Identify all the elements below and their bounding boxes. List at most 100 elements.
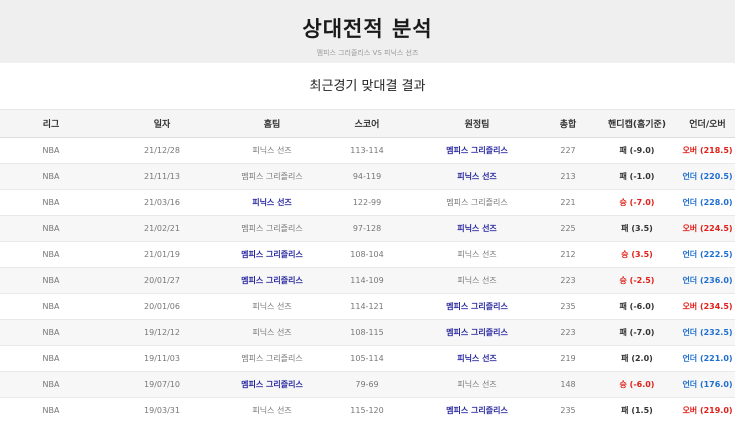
cell-score: 108-115 [322,319,412,346]
cell-handicap: 패 (3.5) [594,215,680,242]
cell-home-team: 멤피스 그리즐리스 [222,371,322,398]
cell-away-team: 피닉스 선즈 [412,215,542,242]
cell-handicap: 패 (-9.0) [594,137,680,164]
cell-home-team: 멤피스 그리즐리스 [222,163,322,190]
head-to-head-table: 리그 일자 홈팀 스코어 원정팀 총합 핸디캡(홈기준) 언더/오버 NBA 21… [0,110,735,421]
cell-score: 114-109 [322,267,412,294]
cell-under-over: 언더 (228.0) [680,189,735,216]
cell-handicap: 패 (-7.0) [594,319,680,346]
cell-score: 113-114 [322,137,412,164]
cell-home-team: 피닉스 선즈 [222,319,322,346]
cell-league: NBA [0,345,102,372]
cell-under-over: 언더 (220.5) [680,163,735,190]
cell-total: 221 [542,189,594,216]
cell-away-team: 피닉스 선즈 [412,267,542,294]
cell-away-team: 피닉스 선즈 [412,163,542,190]
cell-home-team: 피닉스 선즈 [222,397,322,421]
cell-under-over: 오버 (218.5) [680,137,735,164]
cell-under-over: 언더 (222.5) [680,241,735,268]
table-row: NBA 19/12/12 피닉스 선즈 108-115 멤피스 그리즐리스 223 패 (-… [0,319,735,346]
cell-home-team: 멤피스 그리즐리스 [222,345,322,372]
page-title: 상대전적 분석 [302,17,433,41]
cell-total: 227 [542,137,594,164]
cell-score: 115-120 [322,397,412,421]
cell-away-team: 피닉스 선즈 [412,345,542,372]
col-header-score: 스코어 [322,110,412,138]
cell-league: NBA [0,215,102,242]
cell-total: 223 [542,319,594,346]
cell-home-team: 피닉스 선즈 [222,189,322,216]
cell-date: 21/12/28 [102,137,222,164]
cell-total: 223 [542,267,594,294]
cell-under-over: 오버 (219.0) [680,397,735,421]
table-row: NBA 19/11/03 멤피스 그리즐리스 105-114 피닉스 선즈 219 패 (2… [0,345,735,372]
cell-date: 19/11/03 [102,345,222,372]
cell-league: NBA [0,189,102,216]
cell-handicap: 승 (3.5) [594,241,680,268]
cell-date: 19/07/10 [102,371,222,398]
cell-score: 97-128 [322,215,412,242]
table-row: NBA 21/02/21 멤피스 그리즐리스 97-128 피닉스 선즈 225 패 (3.… [0,215,735,242]
cell-league: NBA [0,267,102,294]
cell-score: 122-99 [322,189,412,216]
cell-date: 19/03/31 [102,397,222,421]
cell-away-team: 피닉스 선즈 [412,241,542,268]
cell-total: 225 [542,215,594,242]
cell-total: 235 [542,293,594,320]
cell-handicap: 승 (-6.0) [594,371,680,398]
cell-away-team: 피닉스 선즈 [412,371,542,398]
table-row: NBA 19/07/10 멤피스 그리즐리스 79-69 피닉스 선즈 148 승 (-6.… [0,371,735,398]
cell-home-team: 멤피스 그리즐리스 [222,215,322,242]
col-header-home: 홈팀 [222,110,322,138]
cell-under-over: 언더 (236.0) [680,267,735,294]
cell-date: 20/01/27 [102,267,222,294]
cell-score: 105-114 [322,345,412,372]
cell-handicap: 패 (2.0) [594,345,680,372]
cell-total: 235 [542,397,594,421]
cell-under-over: 오버 (224.5) [680,215,735,242]
col-header-date: 일자 [102,110,222,138]
cell-score: 108-104 [322,241,412,268]
cell-score: 94-119 [322,163,412,190]
page-header: 상대전적 분석 멤피스 그리즐리스 VS 피닉스 선즈 [0,0,735,63]
table-header-row: 리그 일자 홈팀 스코어 원정팀 총합 핸디캡(홈기준) 언더/오버 [0,110,735,138]
cell-away-team: 멤피스 그리즐리스 [412,189,542,216]
cell-total: 219 [542,345,594,372]
col-header-total: 총합 [542,110,594,138]
cell-date: 19/12/12 [102,319,222,346]
cell-home-team: 피닉스 선즈 [222,137,322,164]
cell-home-team: 멤피스 그리즐리스 [222,267,322,294]
cell-handicap: 승 (-2.5) [594,267,680,294]
cell-handicap: 패 (1.5) [594,397,680,421]
cell-under-over: 언더 (221.0) [680,345,735,372]
cell-under-over: 언더 (232.5) [680,319,735,346]
cell-under-over: 오버 (234.5) [680,293,735,320]
col-header-league: 리그 [0,110,102,138]
cell-league: NBA [0,319,102,346]
table-row: NBA 19/03/31 피닉스 선즈 115-120 멤피스 그리즐리스 235 패 (1… [0,397,735,421]
table-row: NBA 20/01/06 피닉스 선즈 114-121 멤피스 그리즐리스 235 패 (-… [0,293,735,320]
table-row: NBA 21/11/13 멤피스 그리즐리스 94-119 피닉스 선즈 213 패 (-1… [0,163,735,190]
cell-away-team: 멤피스 그리즐리스 [412,319,542,346]
cell-score: 114-121 [322,293,412,320]
cell-league: NBA [0,371,102,398]
cell-handicap: 패 (-6.0) [594,293,680,320]
table-row: NBA 20/01/27 멤피스 그리즐리스 114-109 피닉스 선즈 223 승 (-… [0,267,735,294]
cell-home-team: 멤피스 그리즐리스 [222,241,322,268]
cell-league: NBA [0,293,102,320]
cell-league: NBA [0,137,102,164]
cell-date: 21/11/13 [102,163,222,190]
cell-total: 212 [542,241,594,268]
cell-total: 213 [542,163,594,190]
cell-date: 20/01/06 [102,293,222,320]
col-header-under-over: 언더/오버 [680,110,735,138]
section-title: 최근경기 맞대결 결과 [0,63,735,110]
cell-score: 79-69 [322,371,412,398]
cell-total: 148 [542,371,594,398]
cell-away-team: 멤피스 그리즐리스 [412,137,542,164]
cell-date: 21/03/16 [102,189,222,216]
col-header-handicap: 핸디캡(홈기준) [594,110,680,138]
cell-league: NBA [0,241,102,268]
table-row: NBA 21/03/16 피닉스 선즈 122-99 멤피스 그리즐리스 221 승 (-7… [0,189,735,216]
cell-away-team: 멤피스 그리즐리스 [412,293,542,320]
